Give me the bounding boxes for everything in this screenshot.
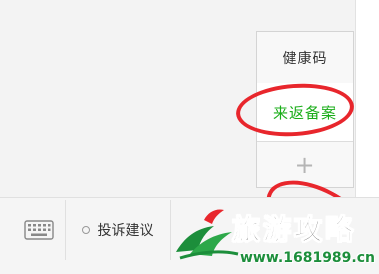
screenshot-stage: 健康码 来返备案 + 投诉建议 旅游攻略 www.1681989.cn [0,0,379,274]
menu-item-health-code[interactable]: 健康码 [257,32,353,84]
watermark-title: 旅游攻略 [231,213,357,247]
watermark-url: www.1681989.cn [240,250,375,266]
keyboard-toggle-button[interactable] [13,200,66,260]
complaint-suggestion-button[interactable]: 投诉建议 [65,200,171,260]
complaint-label: 投诉建议 [97,223,154,239]
menu-dot-icon [81,226,90,234]
keyboard-icon [24,220,54,240]
